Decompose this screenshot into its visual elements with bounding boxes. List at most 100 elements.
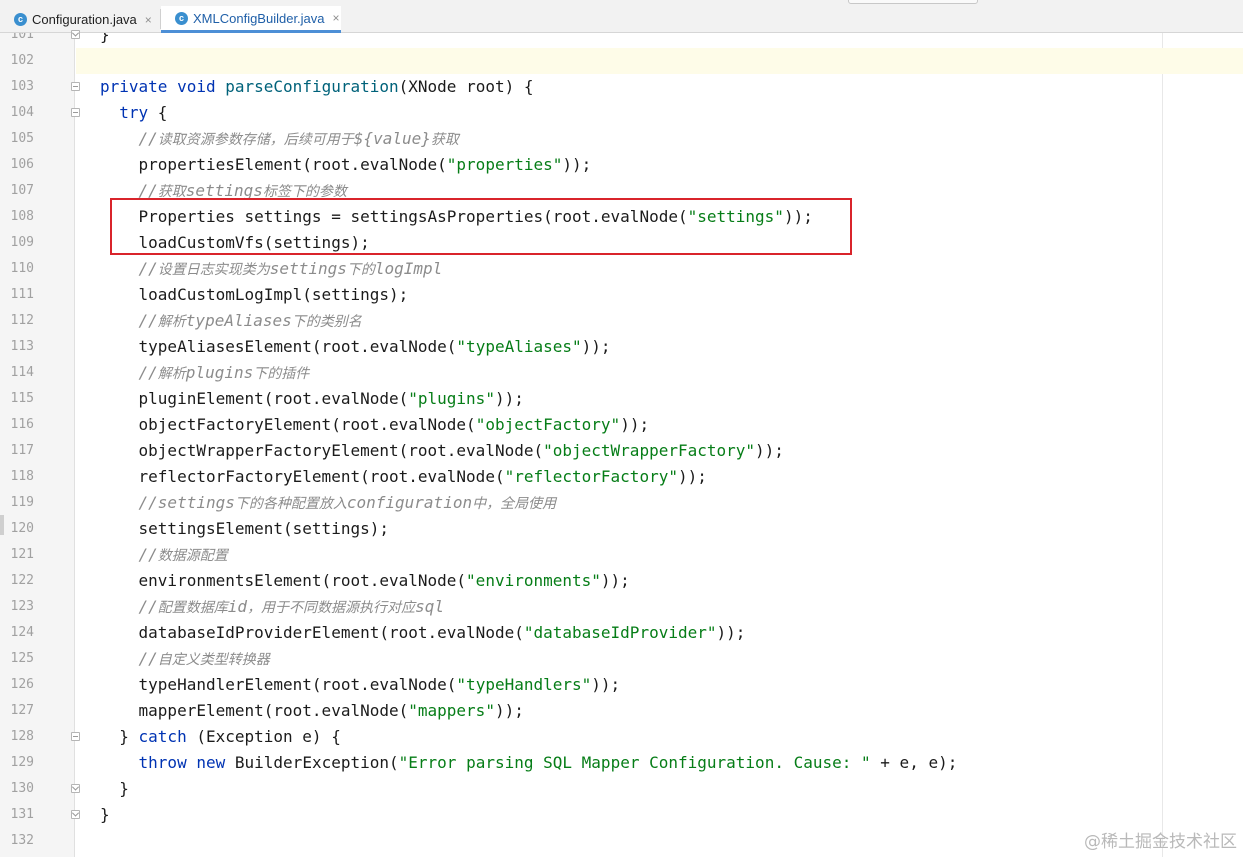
close-icon[interactable]: × [145, 13, 152, 27]
fold-toggle-icon[interactable] [71, 108, 80, 117]
fold-toggle-icon[interactable] [71, 810, 80, 819]
class-icon: c [175, 11, 188, 25]
code-token: } [100, 779, 129, 798]
line-number: 103 [10, 79, 34, 94]
code-line[interactable]: //设置日志实现类为settings下的logImpl [100, 256, 443, 282]
line-number: 108 [10, 209, 34, 224]
code-line[interactable]: propertiesElement(root.evalNode("propert… [100, 152, 592, 178]
comment-token: 中，全局使用 [472, 496, 557, 512]
line-number: 116 [10, 417, 34, 432]
close-icon[interactable]: × [333, 11, 340, 25]
code-line[interactable]: environmentsElement(root.evalNode("envir… [100, 568, 630, 594]
comment-token: 配置数据库 [157, 600, 228, 616]
code-token: propertiesElement(root.evalNode( [100, 155, 447, 174]
code-line[interactable]: objectFactoryElement(root.evalNode("obje… [100, 412, 650, 438]
code-token: )); [562, 155, 592, 174]
comment-token: 获取 [430, 132, 459, 148]
code-line[interactable]: } [100, 33, 110, 48]
comment-token: settings [269, 259, 347, 278]
code-line[interactable]: try { [100, 100, 167, 126]
line-number: 125 [10, 651, 34, 666]
fold-toggle-icon[interactable] [71, 784, 80, 793]
comment-token: 自定义类型转换器 [157, 652, 270, 668]
fold-toggle-icon[interactable] [71, 30, 80, 39]
line-number: 131 [10, 807, 34, 822]
line-number: 110 [10, 261, 34, 276]
code-line[interactable]: typeAliasesElement(root.evalNode("typeAl… [100, 334, 611, 360]
toolbar-field-edge[interactable] [848, 0, 978, 4]
comment-token: ，用于不同数据源执行对应 [247, 600, 416, 616]
code-token: pluginElement(root.evalNode( [100, 389, 409, 408]
code-line[interactable]: //settings下的各种配置放入configuration中，全局使用 [100, 490, 557, 516]
code-token: reflectorFactoryElement(root.evalNode( [100, 467, 505, 486]
code-token: typeHandlerElement(root.evalNode( [100, 675, 457, 694]
code-line[interactable]: private void parseConfiguration(XNode ro… [100, 74, 534, 100]
line-number: 128 [10, 729, 34, 744]
code-token: )); [620, 415, 650, 434]
code-editor[interactable]: } private void parseConfiguration(XNode r… [76, 33, 1243, 857]
code-token: environmentsElement(root.evalNode( [100, 571, 467, 590]
comment-token: typeAliases [185, 311, 292, 330]
keyword-token: catch [138, 727, 187, 746]
code-line[interactable]: loadCustomLogImpl(settings); [100, 282, 409, 308]
code-line[interactable]: //解析plugins下的插件 [100, 360, 310, 386]
line-number: 124 [10, 625, 34, 640]
code-line[interactable]: objectWrapperFactoryElement(root.evalNod… [100, 438, 784, 464]
watermark: @稀土掘金技术社区 [1084, 832, 1237, 852]
code-line[interactable]: settingsElement(settings); [100, 516, 389, 542]
comment-token: 读取资源参数存储，后续可用于 [157, 132, 354, 148]
code-line[interactable]: } [100, 776, 129, 802]
tab-configuration-java[interactable]: c Configuration.java × [0, 6, 160, 33]
code-line[interactable]: //配置数据库id，用于不同数据源执行对应sql [100, 594, 444, 620]
comment-token: // [138, 363, 158, 382]
keyword-token: try [119, 103, 149, 122]
line-number: 130 [10, 781, 34, 796]
code-token: objectFactoryElement(root.evalNode( [100, 415, 476, 434]
code-line[interactable]: pluginElement(root.evalNode("plugins")); [100, 386, 524, 412]
code-line[interactable]: //解析typeAliases下的类别名 [100, 308, 362, 334]
code-line[interactable]: //自定义类型转换器 [100, 646, 270, 672]
code-line[interactable]: typeHandlerElement(root.evalNode("typeHa… [100, 672, 621, 698]
fold-toggle-icon[interactable] [71, 732, 80, 741]
comment-token: 解析 [157, 366, 186, 382]
line-number: 123 [10, 599, 34, 614]
comment-token: // [138, 597, 158, 616]
line-number: 105 [10, 131, 34, 146]
code-token: settingsElement(settings); [100, 519, 389, 538]
tab-xmlconfigbuilder-java[interactable]: c XMLConfigBuilder.java × [161, 6, 341, 33]
code-line[interactable]: databaseIdProviderElement(root.evalNode(… [100, 620, 746, 646]
string-token: "typeAliases" [456, 337, 582, 356]
comment-token: configuration [346, 493, 473, 512]
code-line[interactable]: reflectorFactoryElement(root.evalNode("r… [100, 464, 707, 490]
code-line[interactable]: mapperElement(root.evalNode("mappers")); [100, 698, 524, 724]
code-token: )); [755, 441, 784, 460]
line-number: 106 [10, 157, 34, 172]
code-token: mapperElement(root.evalNode( [100, 701, 409, 720]
line-number: 115 [10, 391, 34, 406]
code-token: )); [494, 701, 524, 720]
code-token: )); [677, 467, 707, 486]
code-token: BuilderException( [225, 753, 399, 772]
code-line[interactable]: //读取资源参数存储，后续可用于${value}获取 [100, 126, 459, 152]
code-token: loadCustomLogImpl(settings); [100, 285, 409, 304]
fold-toggle-icon[interactable] [71, 82, 80, 91]
code-line[interactable]: //数据源配置 [100, 542, 228, 568]
comment-token: ${value} [353, 129, 431, 148]
comment-token: 数据源配置 [157, 548, 228, 564]
line-number: 132 [10, 833, 34, 848]
line-number-gutter[interactable]: 101 102 103 104 105 106 107 108 109 110 111 112 113 1… [0, 33, 75, 857]
code-line[interactable]: } [100, 802, 110, 828]
string-token: "mappers" [408, 701, 495, 720]
code-token: )); [600, 571, 630, 590]
code-line[interactable]: throw new BuilderException("Error parsin… [100, 750, 958, 776]
code-line[interactable]: } catch (Exception e) { [100, 724, 341, 750]
comment-token: // [138, 311, 158, 330]
